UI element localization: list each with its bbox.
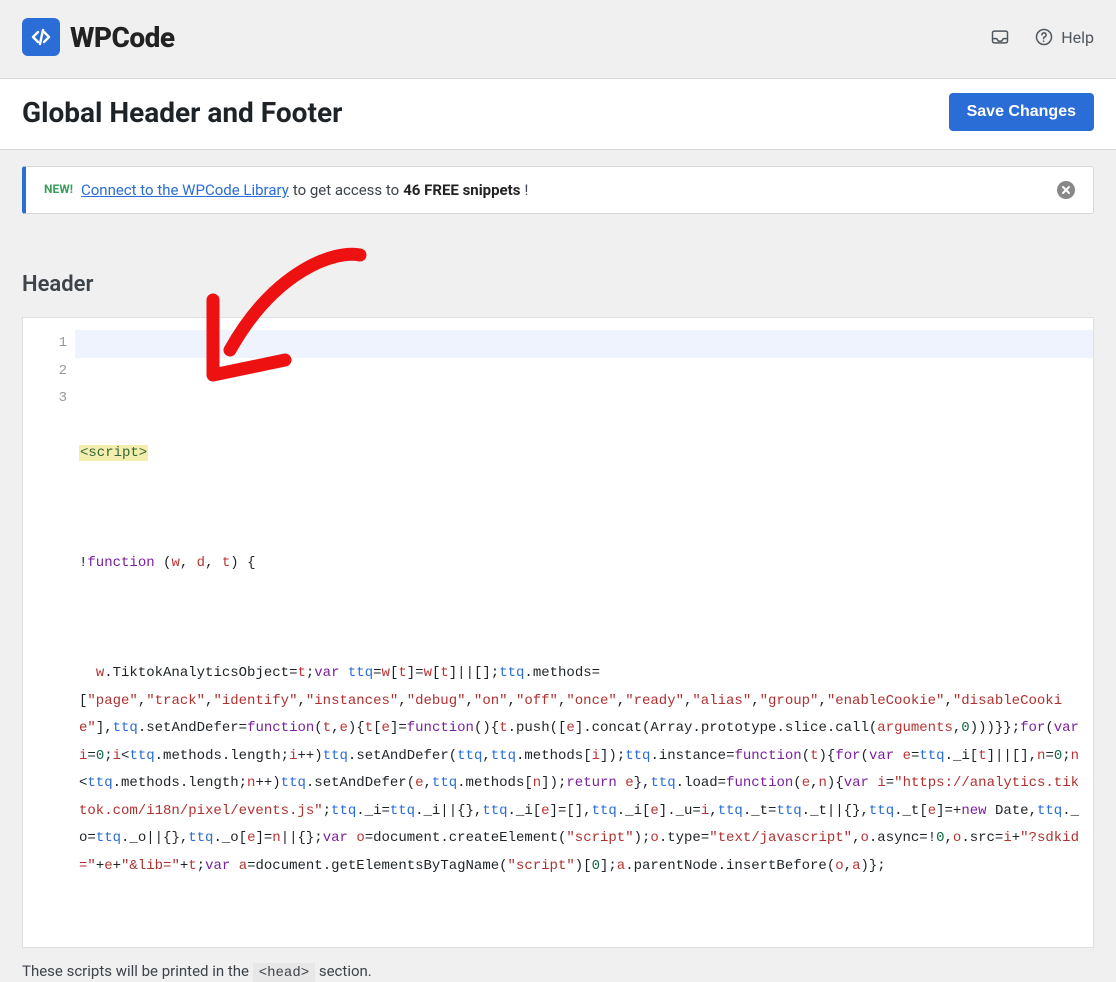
- line-number: 3: [23, 385, 67, 413]
- page-title: Global Header and Footer: [22, 96, 342, 129]
- logo-icon: [22, 18, 60, 56]
- dismiss-notice-button[interactable]: [1057, 181, 1075, 199]
- notice-text: NEW! Connect to the WPCode Library to ge…: [44, 181, 528, 199]
- active-line-highlight: [75, 330, 1093, 358]
- library-notice: NEW! Connect to the WPCode Library to ge…: [22, 166, 1094, 214]
- code-line-2: !function (w, d, t) {: [79, 550, 1087, 578]
- header-section-label: Header: [22, 272, 1094, 297]
- new-badge: NEW!: [44, 182, 73, 196]
- code-area[interactable]: <script> !function (w, d, t) { w.TiktokA…: [75, 318, 1093, 947]
- help-label: Help: [1061, 28, 1094, 47]
- header-footnote: These scripts will be printed in the <he…: [22, 948, 1094, 981]
- save-button[interactable]: Save Changes: [949, 93, 1094, 131]
- top-bar: WPCode Help: [0, 0, 1116, 79]
- notice-mid: to get access to: [293, 181, 399, 199]
- help-link[interactable]: Help: [1033, 26, 1094, 48]
- code-line-1: <script>: [79, 440, 1087, 468]
- inbox-icon[interactable]: [989, 26, 1011, 48]
- notice-bold: 46 FREE snippets: [403, 181, 520, 199]
- head-tag-code: <head>: [253, 963, 315, 982]
- brand-logo: WPCode: [22, 18, 175, 56]
- content-area: NEW! Connect to the WPCode Library to ge…: [0, 150, 1116, 981]
- line-gutter: 1 2 3: [23, 318, 75, 947]
- title-bar: Global Header and Footer Save Changes: [0, 79, 1116, 150]
- connect-library-link[interactable]: Connect to the WPCode Library: [81, 181, 289, 199]
- line-number: 1: [23, 330, 67, 358]
- brand-name: WPCode: [70, 21, 175, 54]
- line-number: 2: [23, 358, 67, 386]
- header-code-editor[interactable]: 1 2 3 <script> !function (w, d, t) { w.T…: [22, 317, 1094, 948]
- top-actions: Help: [989, 26, 1094, 48]
- help-icon: [1033, 26, 1055, 48]
- code-line-3: w.TiktokAnalyticsObject=t;var ttq=w[t]=w…: [79, 660, 1087, 880]
- notice-end: !: [524, 181, 528, 199]
